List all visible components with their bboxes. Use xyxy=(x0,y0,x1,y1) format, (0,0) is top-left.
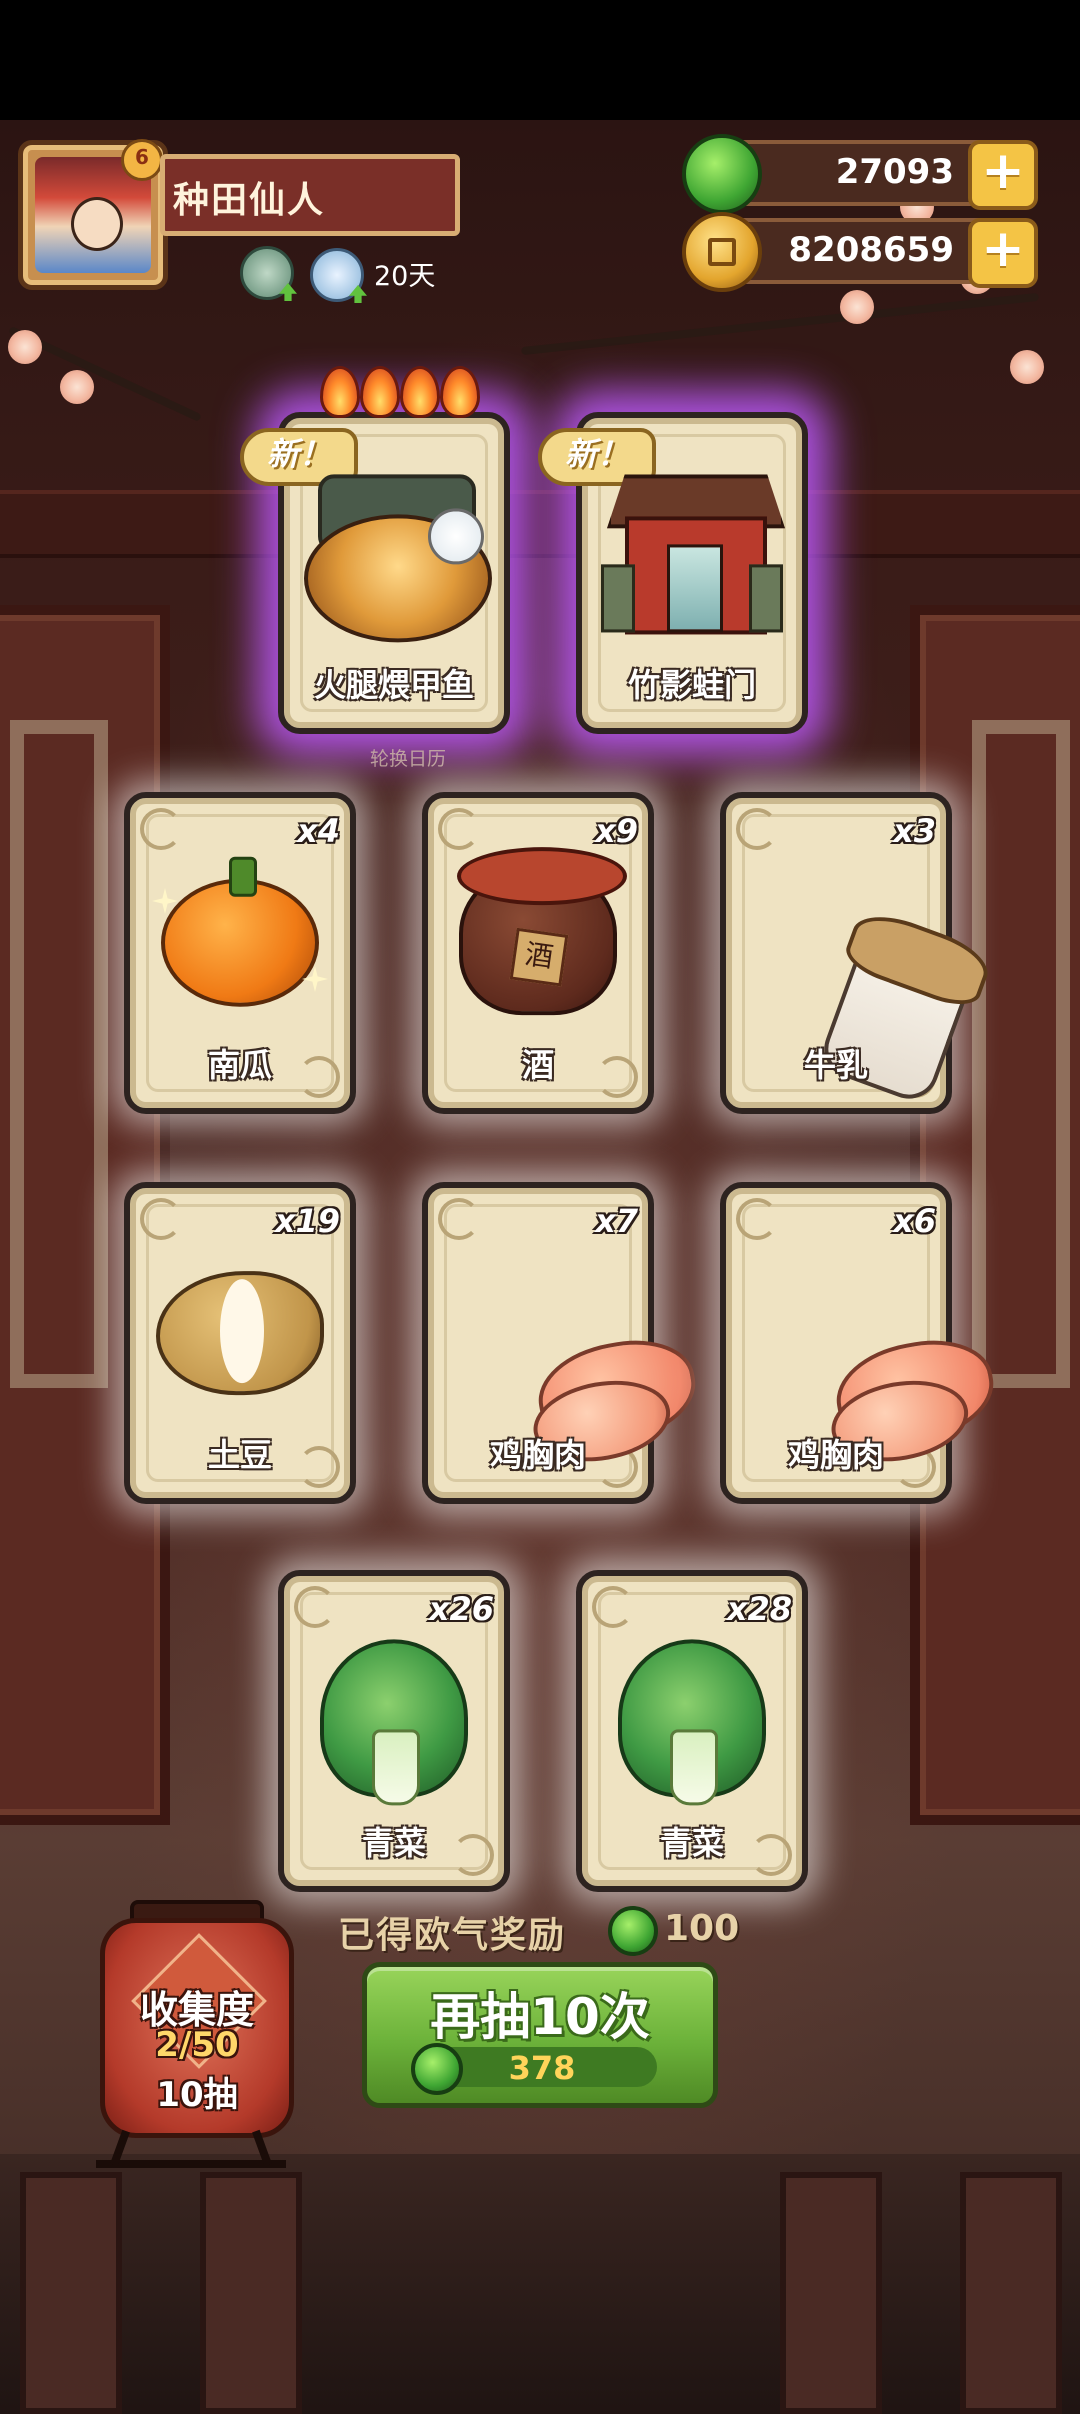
card-label: 酒 xyxy=(521,1046,554,1084)
bamboo-frog-gate-icon xyxy=(601,474,785,644)
card-label: 鸡胸肉 xyxy=(489,1436,586,1474)
jade-icon xyxy=(682,134,762,214)
roof-beam xyxy=(0,490,1080,558)
corner-swirl xyxy=(736,1198,778,1240)
fence-post xyxy=(780,2172,882,2414)
item-count: x26 xyxy=(428,1590,494,1628)
luck-reward-label: 已得欧气奖励 xyxy=(338,1915,567,1956)
bok-choy-icon xyxy=(618,1639,766,1806)
card-label: 青菜 xyxy=(361,1824,426,1862)
blossom xyxy=(8,330,42,364)
item-count: x19 xyxy=(274,1202,340,1240)
card-chicken-breast[interactable]: x6 鸡胸肉 xyxy=(720,1182,1002,1504)
card-label: 竹影蛙门 xyxy=(627,666,756,704)
rank-badge: 6 xyxy=(121,139,163,181)
add-coins-button[interactable]: + xyxy=(968,218,1038,288)
stewed-turtle-dish-icon xyxy=(304,474,492,644)
bowl-buff-icon[interactable] xyxy=(310,248,367,303)
add-jade-button[interactable]: + xyxy=(968,140,1038,210)
pumpkin-icon xyxy=(161,856,319,1007)
jade-icon xyxy=(608,1906,658,1956)
tree-branch xyxy=(521,292,1039,356)
card-pumpkin[interactable]: x4 南瓜 xyxy=(124,792,356,1114)
lantern-stand xyxy=(96,2120,286,2168)
corner-swirl xyxy=(294,1586,336,1628)
player-name: 种田仙人 xyxy=(173,180,326,221)
item-count: x3 xyxy=(893,812,936,850)
blossom xyxy=(60,370,94,404)
card-label: 火腿煨甲鱼 xyxy=(313,666,474,704)
corner-swirl xyxy=(438,1198,480,1240)
collection-progress: 2/50 xyxy=(155,2025,239,2065)
luck-reward-value: 100 xyxy=(664,1908,740,1949)
item-count: x9 xyxy=(595,812,638,850)
buff-icon[interactable] xyxy=(240,246,297,301)
corner-swirl xyxy=(140,808,182,850)
fence-post xyxy=(960,2172,1062,2414)
blossom xyxy=(840,290,874,324)
floor xyxy=(0,2154,1080,2414)
draw-cost-value: 378 xyxy=(508,2049,576,2087)
card-label: 鸡胸肉 xyxy=(787,1436,884,1474)
item-count: x7 xyxy=(595,1202,638,1240)
jade-currency: 27093 + xyxy=(682,134,1038,214)
fence-post xyxy=(200,2172,302,2414)
card-featured-dish[interactable]: 新！ 火腿煨甲鱼 xyxy=(240,366,510,734)
card-label: 南瓜 xyxy=(207,1046,272,1084)
rotation-calendar-text: 轮换日历 xyxy=(370,748,447,770)
fence-post xyxy=(20,2172,122,2414)
days-counter: 20天 xyxy=(374,261,436,292)
avatar-face xyxy=(71,197,123,251)
card-label: 牛乳 xyxy=(803,1046,868,1084)
collection-lantern[interactable]: 收集度 2/50 10抽 xyxy=(100,1918,294,2138)
draw-again-button[interactable]: 再抽10次 378 xyxy=(362,1962,718,2108)
card-greens[interactable]: x28 青菜 xyxy=(576,1570,808,1892)
blossom xyxy=(1010,350,1044,384)
card-wine[interactable]: x9 酒 xyxy=(422,792,654,1114)
corner-swirl xyxy=(592,1586,634,1628)
player-avatar-frame[interactable]: 6 xyxy=(18,139,168,290)
card-potato[interactable]: x19 土豆 xyxy=(124,1182,356,1504)
item-count: x6 xyxy=(893,1202,936,1240)
item-count: x28 xyxy=(726,1590,792,1628)
jade-value: 27093 xyxy=(835,152,954,192)
corner-swirl xyxy=(140,1198,182,1240)
wine-jar-icon xyxy=(457,847,627,1016)
corner-swirl xyxy=(438,808,480,850)
card-milk[interactable]: x3 牛乳 xyxy=(720,792,975,1114)
card-label: 土豆 xyxy=(207,1436,272,1474)
corner-swirl xyxy=(736,808,778,850)
card-label: 青菜 xyxy=(659,1824,724,1862)
card-chicken-breast[interactable]: x7 鸡胸肉 xyxy=(422,1182,704,1504)
coin-icon xyxy=(682,212,762,292)
item-count: x4 xyxy=(297,812,340,850)
card-featured-gate[interactable]: 新！ 竹影蛙门 xyxy=(538,412,808,734)
coin-currency: 8208659 + xyxy=(682,212,1038,292)
coin-value: 8208659 xyxy=(788,230,954,270)
left-lattice-window xyxy=(10,720,108,1388)
collection-draws: 10抽 xyxy=(156,2075,238,2115)
card-greens[interactable]: x26 青菜 xyxy=(278,1570,510,1892)
bok-choy-icon xyxy=(320,1639,468,1806)
potato-icon xyxy=(156,1271,324,1396)
player-name-plate[interactable]: 种田仙人 xyxy=(160,154,460,236)
draw-again-label: 再抽10次 xyxy=(430,1988,650,2046)
draw-cost: 378 xyxy=(411,2043,657,2095)
right-lattice-window xyxy=(972,720,1070,1388)
